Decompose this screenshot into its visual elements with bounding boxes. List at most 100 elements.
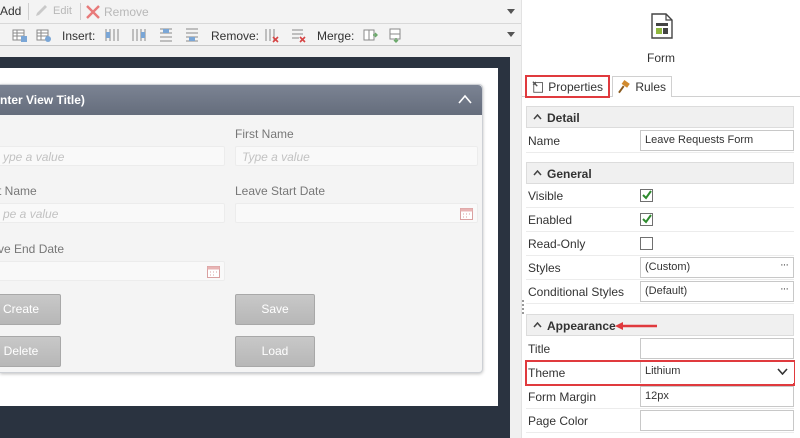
property-row-styles: Styles (Custom) ···	[526, 256, 794, 280]
visible-checkbox[interactable]	[640, 189, 653, 202]
title-field[interactable]	[640, 338, 794, 359]
pencil-icon	[36, 5, 47, 16]
section-detail-label: Detail	[547, 111, 580, 125]
insert-row-below-icon[interactable]	[184, 27, 200, 43]
toolbar-secondary: Insert: Remove: Merge:	[0, 24, 521, 46]
property-row-page-color: Page Color	[526, 409, 794, 433]
property-row-name: Name Leave Requests Form	[526, 129, 794, 153]
visible-label: Visible	[528, 189, 564, 203]
leave-start-date-label: Leave Start Date	[235, 184, 326, 198]
chevron-up-icon[interactable]	[458, 94, 472, 104]
resize-grip[interactable]	[522, 300, 525, 314]
section-detail[interactable]: Detail	[526, 106, 794, 128]
designer-area: Add Edit Remove Insert: Remove: Merge: n…	[0, 0, 521, 438]
page-color-field[interactable]	[640, 410, 794, 431]
conditional-styles-label: Conditional Styles	[528, 285, 625, 299]
merge-label: Merge:	[317, 29, 355, 43]
tab-rules[interactable]: Rules	[612, 76, 672, 97]
add-button[interactable]: Add	[0, 4, 21, 18]
section-appearance-label: Appearance	[547, 319, 616, 333]
property-row-form-margin: Form Margin 12px	[526, 385, 794, 409]
readonly-label: Read-Only	[528, 237, 586, 251]
page-color-label: Page Color	[528, 414, 589, 428]
edit-label: Edit	[53, 5, 72, 17]
styles-label: Styles	[528, 261, 561, 275]
theme-value: Lithium	[645, 365, 681, 377]
enabled-label: Enabled	[528, 213, 573, 227]
remove-row-icon[interactable]	[290, 27, 306, 43]
property-name-label: Name	[528, 134, 561, 148]
table-settings-icon[interactable]	[36, 27, 52, 43]
section-appearance[interactable]: Appearance	[526, 314, 794, 336]
toolbar-overflow-icon[interactable]	[507, 32, 515, 37]
object-type-label: Form	[647, 51, 675, 65]
property-row-theme: Theme Lithium	[525, 360, 795, 386]
edit-button[interactable]: Edit	[34, 4, 72, 18]
calendar-icon[interactable]	[207, 265, 220, 278]
name-input[interactable]: pe a value	[0, 203, 225, 223]
view-header[interactable]: nter View Title)	[0, 85, 482, 115]
close-icon	[86, 5, 100, 19]
property-row-conditional-styles: Conditional Styles (Default) ···	[526, 280, 794, 304]
section-general-label: General	[547, 167, 592, 181]
chevron-up-icon	[533, 170, 542, 176]
section-general[interactable]: General	[526, 162, 794, 184]
toolbar-divider	[80, 3, 81, 20]
theme-label: Theme	[528, 366, 566, 380]
conditional-styles-value: (Default)	[645, 285, 688, 297]
styles-field[interactable]: (Custom) ···	[640, 257, 794, 278]
first-name-label: First Name	[235, 127, 294, 141]
conditional-styles-field[interactable]: (Default) ···	[640, 281, 794, 302]
readonly-checkbox[interactable]	[640, 237, 653, 250]
insert-row-above-icon[interactable]	[158, 27, 174, 43]
chevron-down-icon	[777, 368, 788, 375]
load-button[interactable]: Load	[235, 336, 315, 367]
insert-column-left-icon[interactable]	[104, 27, 120, 43]
form-margin-field[interactable]: 12px	[640, 386, 794, 407]
leave-end-date-label: ve End Date	[0, 242, 65, 256]
last-name-input[interactable]: ype a value	[0, 146, 225, 166]
view-container[interactable]: nter View Title) First Name ype a value …	[0, 84, 483, 373]
create-button[interactable]: Create	[0, 294, 61, 325]
ellipsis-button[interactable]: ···	[780, 259, 789, 271]
insert-label: Insert:	[62, 29, 96, 43]
remove-column-icon[interactable]	[263, 27, 279, 43]
input-placeholder: pe a value	[3, 207, 59, 221]
form-margin-label: Form Margin	[528, 390, 597, 404]
leave-start-date-input[interactable]	[235, 203, 478, 223]
table-edit-icon[interactable]	[12, 27, 28, 43]
property-row-readonly: Read-Only	[526, 232, 794, 256]
name-field[interactable]: Leave Requests Form	[640, 130, 794, 151]
properties-icon	[532, 81, 543, 93]
calendar-icon[interactable]	[460, 207, 473, 220]
leave-end-date-input[interactable]	[0, 261, 225, 281]
tab-properties[interactable]: Properties	[525, 75, 610, 98]
chevron-up-icon	[533, 114, 542, 120]
remove-label: Remove	[104, 5, 149, 19]
properties-panel: Form Properties Rules Detail Name Leave …	[522, 0, 800, 438]
remove-button[interactable]: Remove	[85, 4, 149, 20]
ellipsis-button[interactable]: ···	[780, 283, 789, 295]
theme-dropdown[interactable]: Lithium	[640, 362, 794, 383]
merge-down-icon[interactable]	[388, 27, 404, 43]
input-placeholder: Type a value	[242, 150, 310, 164]
remove-section-label: Remove:	[211, 29, 260, 43]
delete-button[interactable]: Delete	[0, 336, 61, 367]
insert-column-right-icon[interactable]	[131, 27, 147, 43]
input-placeholder: ype a value	[3, 150, 65, 164]
save-button[interactable]: Save	[235, 294, 315, 325]
enabled-checkbox[interactable]	[640, 213, 653, 226]
last-name-label: t Name	[0, 184, 37, 198]
property-tabs: Properties Rules	[522, 75, 800, 98]
first-name-input[interactable]: Type a value	[235, 146, 478, 166]
checkmark-icon	[642, 214, 652, 224]
checkmark-icon	[642, 190, 652, 200]
add-label: Add	[0, 4, 22, 18]
toolbar-overflow-icon[interactable]	[507, 9, 515, 14]
property-row-visible: Visible	[526, 184, 794, 208]
merge-right-icon[interactable]	[362, 27, 378, 43]
gavel-icon	[618, 80, 630, 94]
tab-rules-label: Rules	[635, 80, 666, 94]
toolbar-primary: Add Edit Remove	[0, 0, 521, 24]
styles-value: (Custom)	[645, 261, 691, 273]
